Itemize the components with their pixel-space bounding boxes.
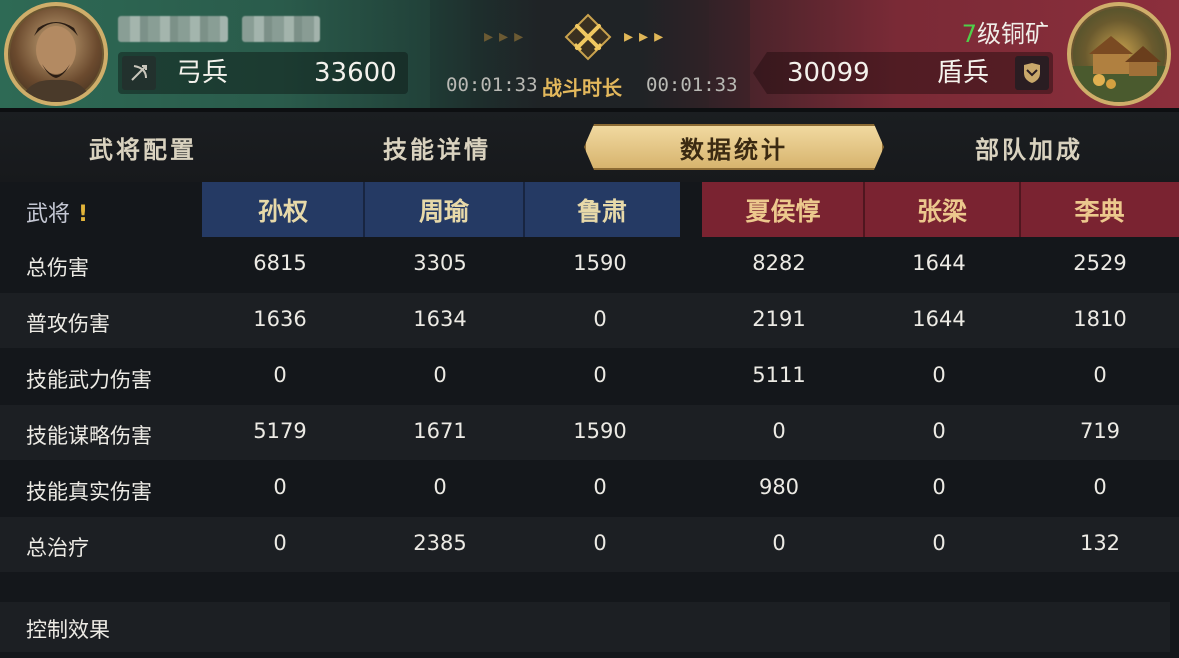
general-header-text: 武将	[26, 202, 71, 227]
left-commander-avatar[interactable]	[4, 2, 108, 106]
tab-general-config[interactable]: 武将配置	[40, 124, 246, 170]
table-cell: 6815	[253, 251, 307, 275]
table-cell: 5111	[752, 363, 806, 387]
table-cell: 1644	[912, 251, 966, 275]
table-row: 技能谋略伤害 5179 1671 1590 0 0 719	[0, 405, 1179, 460]
row-label: 总伤害	[26, 256, 89, 280]
player-tag-blurred	[242, 16, 320, 42]
player-name-blurred	[118, 16, 228, 42]
table-cell: 0	[1093, 363, 1107, 387]
tab-bar: 武将配置 技能详情 数据统计 部队加成	[0, 112, 1179, 182]
battle-duration-label: 战斗时长	[542, 76, 622, 100]
row-label: 普攻伤害	[26, 312, 110, 336]
table-row: 普攻伤害 1636 1634 0 2191 1644 1810	[0, 293, 1179, 348]
table-cell: 0	[593, 363, 607, 387]
left-troop-count: 33600	[314, 58, 397, 88]
control-effect-label: 控制效果	[26, 618, 110, 642]
table-cell: 0	[433, 475, 447, 499]
general-header-left-1[interactable]: 孙权	[202, 182, 364, 237]
copper-mine-avatar[interactable]	[1067, 2, 1171, 106]
table-cell: 0	[772, 419, 786, 443]
table-cell: 1636	[253, 307, 307, 331]
row-label: 总治疗	[26, 536, 89, 560]
table-cell: 1634	[413, 307, 467, 331]
table-cell: 0	[593, 531, 607, 555]
table-row: 技能真实伤害 0 0 0 980 0 0	[0, 461, 1179, 516]
general-header-right-1[interactable]: 夏侯惇	[702, 182, 864, 237]
general-header-right-3[interactable]: 李典	[1020, 182, 1179, 237]
left-unit-name: 弓兵	[176, 58, 229, 88]
table-cell: 0	[273, 475, 287, 499]
target-level-label: 7级铜矿	[962, 14, 1049, 49]
table-cell: 1590	[573, 251, 627, 275]
header-divider-3	[863, 182, 865, 237]
table-cell: 132	[1079, 531, 1121, 555]
table-row: 技能武力伤害 0 0 0 5111 0 0	[0, 349, 1179, 404]
tab-skill-details[interactable]: 技能详情	[334, 124, 540, 170]
general-header-left-3[interactable]: 鲁肃	[524, 182, 680, 237]
table-cell: 1644	[912, 307, 966, 331]
right-progress-arrows: ▸▸▸	[624, 26, 670, 47]
general-header-right-2[interactable]: 张梁	[864, 182, 1020, 237]
copper-mine-icon	[1071, 36, 1167, 102]
right-unit-box: 30099 盾兵	[753, 52, 1053, 94]
tab-troop-bonus[interactable]: 部队加成	[926, 124, 1132, 170]
table-cell: 0	[593, 475, 607, 499]
table-cell: 2385	[413, 531, 467, 555]
table-cell: 1671	[413, 419, 467, 443]
table-cell: 2191	[752, 307, 806, 331]
shield-icon	[1015, 56, 1049, 90]
battle-header: 弓兵 33600 ▸▸▸ ▸▸▸ 00:01:33 战斗时长 00:01:33 …	[0, 0, 1179, 112]
general-column-label: 武将!	[26, 196, 88, 228]
table-cell: 980	[758, 475, 800, 499]
table-cell: 8282	[752, 251, 806, 275]
stats-table: 武将! 孙权 周瑜 鲁肃 夏侯惇 张梁 李典 总伤害 6815 3305 1590 82…	[0, 182, 1179, 658]
left-unit-box: 弓兵 33600	[118, 52, 408, 94]
warning-icon[interactable]: !	[78, 202, 88, 227]
control-effect-row[interactable]: 控制效果	[0, 602, 1170, 652]
table-row: 总伤害 6815 3305 1590 8282 1644 2529	[0, 237, 1179, 292]
table-cell: 0	[932, 531, 946, 555]
table-cell: 0	[433, 363, 447, 387]
right-troop-count: 30099	[787, 58, 870, 88]
table-cell: 1590	[573, 419, 627, 443]
table-cell: 0	[273, 531, 287, 555]
table-cell: 0	[932, 419, 946, 443]
right-unit-name: 盾兵	[937, 58, 990, 88]
general-header-left-2[interactable]: 周瑜	[364, 182, 524, 237]
target-level-text: 级铜矿	[977, 20, 1049, 48]
header-divider-1	[363, 182, 365, 237]
table-row: 总治疗 0 2385 0 0 0 132	[0, 517, 1179, 572]
table-cell: 0	[273, 363, 287, 387]
commander-portrait-icon	[20, 22, 92, 102]
table-cell: 719	[1079, 419, 1121, 443]
row-label: 技能谋略伤害	[26, 424, 152, 448]
table-cell: 0	[772, 531, 786, 555]
table-cell: 0	[593, 307, 607, 331]
table-cell: 0	[932, 363, 946, 387]
table-cell: 1810	[1073, 307, 1127, 331]
tab-data-stats[interactable]: 数据统计	[584, 124, 884, 170]
target-level-number: 7	[961, 20, 977, 48]
elapsed-time-left: 00:01:33	[446, 74, 538, 96]
table-cell: 2529	[1073, 251, 1127, 275]
header-divider-4	[1019, 182, 1021, 237]
row-label: 技能真实伤害	[26, 480, 152, 504]
table-cell: 3305	[413, 251, 467, 275]
crossed-swords-icon	[563, 12, 613, 62]
table-cell: 0	[1093, 475, 1107, 499]
elapsed-time-right: 00:01:33	[646, 74, 738, 96]
bow-icon	[122, 56, 156, 90]
table-cell: 5179	[253, 419, 307, 443]
row-label: 技能武力伤害	[26, 368, 152, 392]
left-progress-arrows: ▸▸▸	[484, 26, 530, 47]
table-cell: 0	[932, 475, 946, 499]
header-divider-2	[523, 182, 525, 237]
